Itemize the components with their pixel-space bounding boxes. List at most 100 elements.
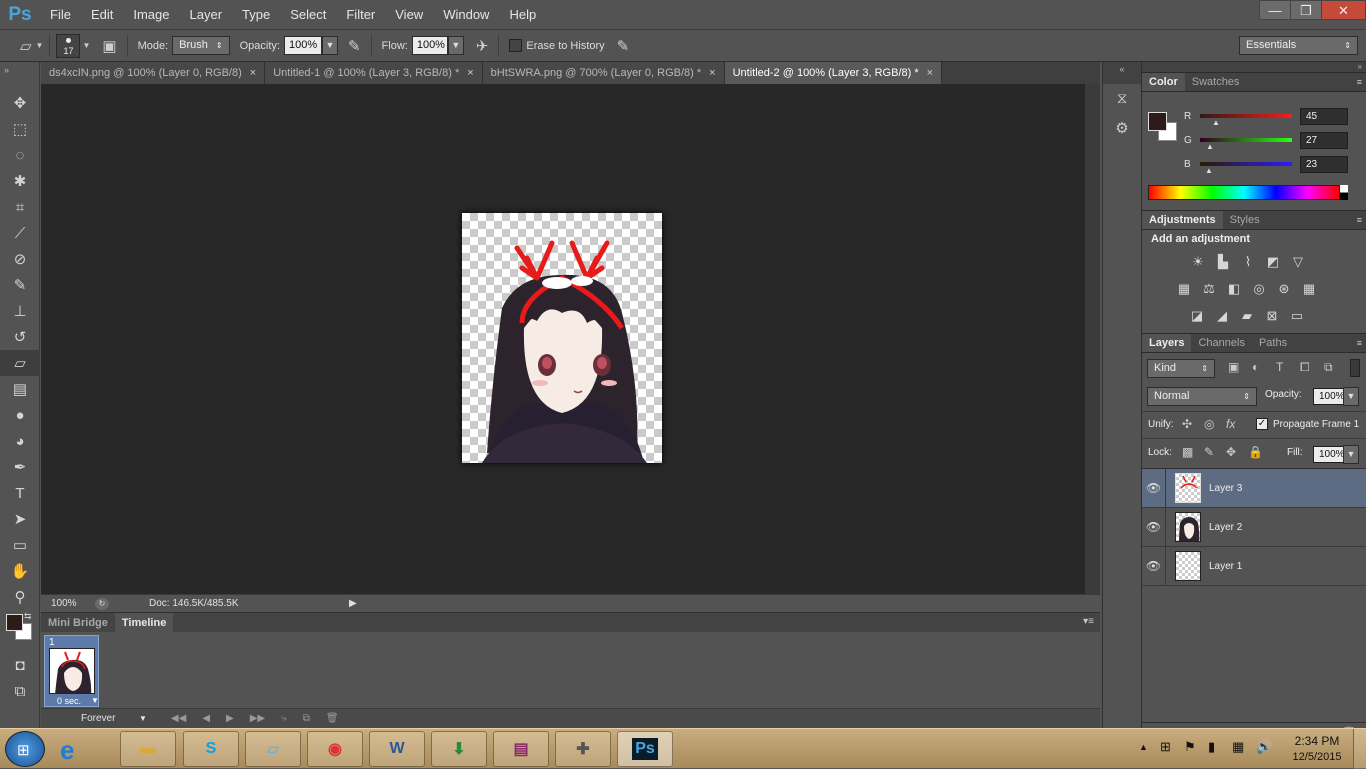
photo-filter-icon[interactable]: ◎ [1251, 281, 1267, 296]
zoom-tool-icon[interactable]: ⚲ [0, 584, 40, 610]
hue-saturation-icon[interactable]: ▦ [1176, 281, 1192, 296]
minimize-button[interactable]: — [1259, 0, 1291, 20]
blue-value[interactable]: 23 [1300, 155, 1348, 173]
brush-panel-icon[interactable]: ▣ [102, 37, 116, 55]
tab-adjustments[interactable]: Adjustments [1142, 211, 1223, 229]
tray-expand-icon[interactable]: ▲ [1139, 742, 1148, 752]
tab-untitled-1[interactable]: Untitled-1 @ 100% (Layer 3, RGB/8) * × [265, 62, 483, 84]
clock-date[interactable]: 12/5/2015 [1288, 751, 1346, 763]
pressure-size-icon[interactable]: ✎ [617, 37, 630, 55]
game-controller-icon[interactable]: ✚ [555, 731, 611, 767]
blur-tool-icon[interactable]: ● [0, 402, 40, 428]
winrar-icon[interactable]: ▤ [493, 731, 549, 767]
download-manager-icon[interactable]: ⬇ [431, 731, 487, 767]
move-tool-icon[interactable]: ✥ [0, 90, 40, 116]
clock-time[interactable]: 2:34 PM [1290, 734, 1344, 748]
next-frame-icon[interactable]: ▶▶ [250, 713, 265, 724]
gradient-tool-icon[interactable]: ▤ [0, 376, 40, 402]
pressure-opacity-icon[interactable]: ✎ [348, 37, 361, 55]
path-selection-tool-icon[interactable]: ➤ [0, 506, 40, 532]
blend-mode-dropdown[interactable]: Normal ⇕ [1147, 387, 1257, 406]
layer-row-layer-3[interactable]: 👁 Layer 3 [1142, 468, 1366, 508]
opacity-chevron-down-icon[interactable]: ▼ [321, 36, 338, 55]
filter-smart-object-icon[interactable]: ⧉ [1324, 360, 1333, 375]
tab-paths[interactable]: Paths [1252, 334, 1294, 352]
lock-image-icon[interactable]: ✎ [1204, 445, 1214, 459]
close-window-button[interactable]: ✕ [1321, 0, 1366, 20]
crop-tool-icon[interactable]: ⌗ [0, 194, 40, 220]
hand-tool-icon[interactable]: ✋ [0, 558, 40, 584]
notepad-icon[interactable]: ▱ [245, 731, 301, 767]
layer-row-layer-1[interactable]: 👁 Layer 1 [1142, 546, 1366, 586]
start-button[interactable]: ⊞ [5, 731, 45, 767]
unify-style-icon[interactable]: fx [1226, 417, 1235, 431]
tab-timeline[interactable]: Timeline [114, 613, 174, 632]
layer-row-layer-2[interactable]: 👁 Layer 2 [1142, 507, 1366, 547]
curves-icon[interactable]: ⌇ [1240, 254, 1256, 269]
menu-file[interactable]: File [40, 0, 81, 29]
layer-name[interactable]: Layer 1 [1209, 561, 1242, 572]
delete-frame-icon[interactable]: 🗑 [326, 713, 339, 724]
menu-window[interactable]: Window [433, 0, 499, 29]
channel-mixer-icon[interactable]: ⊛ [1276, 281, 1292, 296]
timeline-panel-menu-icon[interactable]: ▾≡ [1083, 616, 1094, 627]
flow-chevron-down-icon[interactable]: ▼ [447, 36, 464, 55]
layer-filter-kind-dropdown[interactable]: Kind ⇕ [1147, 359, 1215, 378]
eraser-tool-preset-icon[interactable]: ▱ [20, 37, 32, 55]
zoom-level[interactable]: 100% [51, 598, 91, 609]
color-panel-menu-icon[interactable]: ≡ [1357, 73, 1362, 91]
selective-color-icon[interactable]: ⊠ [1264, 308, 1280, 323]
type-tool-icon[interactable]: T [0, 480, 40, 506]
history-panel-icon[interactable]: ⧖ [1103, 84, 1141, 114]
filter-toggle-switch[interactable] [1350, 359, 1360, 377]
workspace-dropdown[interactable]: Essentials ⇕ [1239, 36, 1358, 55]
tween-icon[interactable]: ⤷ [281, 713, 287, 724]
menu-help[interactable]: Help [499, 0, 546, 29]
propagate-frame-checkbox[interactable]: ✓ [1256, 418, 1268, 430]
healing-brush-tool-icon[interactable]: ⊘ [0, 246, 40, 272]
menu-image[interactable]: Image [123, 0, 179, 29]
clone-stamp-tool-icon[interactable]: ⊥ [0, 298, 40, 324]
internet-explorer-icon[interactable]: e [60, 735, 74, 766]
tab-mini-bridge[interactable]: Mini Bridge [41, 613, 115, 632]
menu-filter[interactable]: Filter [336, 0, 385, 29]
layer-name[interactable]: Layer 2 [1209, 522, 1242, 533]
menu-edit[interactable]: Edit [81, 0, 123, 29]
filter-pixel-icon[interactable]: ▣ [1228, 360, 1239, 374]
filter-type-icon[interactable]: T [1276, 360, 1283, 374]
red-value[interactable]: 45 [1300, 107, 1348, 125]
tab-color[interactable]: Color [1142, 73, 1185, 91]
history-brush-tool-icon[interactable]: ↺ [0, 324, 40, 350]
threshold-icon[interactable]: ▰ [1239, 308, 1255, 323]
brush-tool-icon[interactable]: ✎ [0, 272, 40, 298]
exposure-icon[interactable]: ◩ [1265, 254, 1281, 269]
close-tab-icon[interactable]: × [250, 67, 256, 79]
vibrance-icon[interactable]: ▽ [1290, 254, 1306, 269]
brightness-contrast-icon[interactable]: ☀ [1190, 254, 1206, 269]
eraser-tool-icon[interactable]: ▱ [0, 350, 40, 376]
invert-icon[interactable]: ◪ [1189, 308, 1205, 323]
foreground-color-swatch[interactable] [6, 614, 23, 631]
volume-icon[interactable]: 🔊 [1256, 739, 1272, 755]
pen-tool-icon[interactable]: ✒ [0, 454, 40, 480]
magic-wand-tool-icon[interactable]: ✱ [0, 168, 40, 194]
visibility-eye-icon[interactable]: 👁 [1142, 507, 1166, 547]
blue-slider[interactable]: ▲ [1200, 162, 1292, 175]
properties-panel-icon[interactable]: ⚙ [1103, 114, 1141, 144]
rectangle-tool-icon[interactable]: ▭ [0, 532, 40, 558]
photoshop-taskbar-icon[interactable]: Ps [617, 731, 673, 767]
frame-delay[interactable]: 0 sec. [57, 696, 81, 706]
tab-styles[interactable]: Styles [1223, 211, 1267, 229]
frame-delay-chevron-down-icon[interactable]: ▼ [91, 696, 99, 705]
erase-history-checkbox[interactable] [509, 39, 523, 52]
tab-layers[interactable]: Layers [1142, 334, 1192, 352]
action-center-icon[interactable]: ⚑ [1184, 739, 1196, 755]
flow-input[interactable]: 100% [411, 36, 448, 55]
menu-type[interactable]: Type [232, 0, 280, 29]
color-lookup-icon[interactable]: ▦ [1301, 281, 1317, 296]
skype-icon[interactable]: S [183, 731, 239, 767]
menu-select[interactable]: Select [280, 0, 336, 29]
canvas-vertical-scrollbar[interactable] [1085, 84, 1100, 594]
toolbar-collapse-icon[interactable]: » [0, 62, 39, 90]
tab-swatches[interactable]: Swatches [1185, 73, 1247, 91]
